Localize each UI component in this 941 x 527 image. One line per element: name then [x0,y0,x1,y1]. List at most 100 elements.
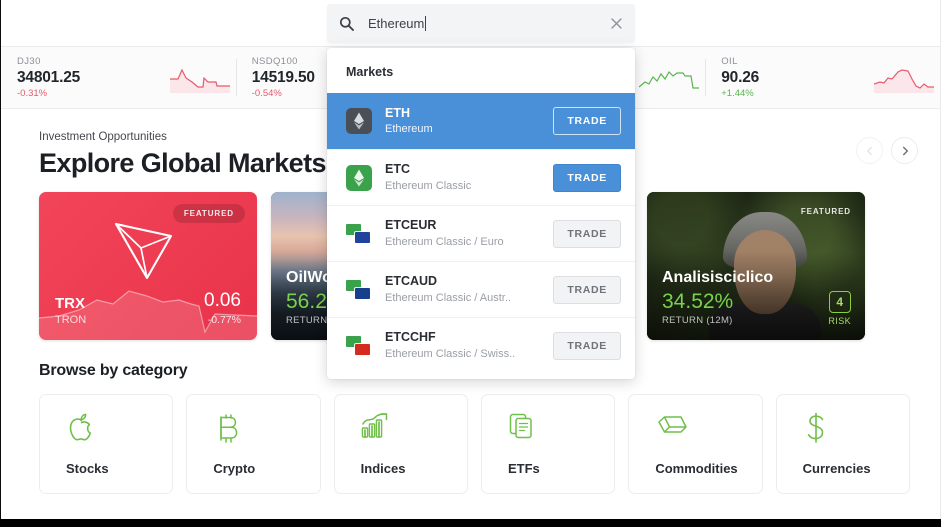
flag-pair-icon [346,277,372,303]
flag-pair [346,221,372,247]
result-name: Ethereum Classic / Austr.. [385,291,511,304]
ticker-price: 90.26 [721,68,760,86]
category-card-stocks[interactable]: Stocks [39,394,174,494]
sparkline-chart [169,68,230,93]
category-label: ETFs [507,461,540,476]
card-quote: 0.06 -0.77% [204,290,241,326]
icon-slot [213,411,319,451]
flag-pair-icon [346,221,372,247]
search-result-row-etcaud[interactable]: ETCAUD Ethereum Classic / Austr.. TRADE [327,261,635,317]
category-label: Indices [360,461,406,476]
search-input[interactable]: Ethereum [368,15,605,31]
featured-card-trx[interactable]: FEATURED TRX TRON 0.06 -0.77% [39,192,257,340]
clear-search-button[interactable] [605,12,627,34]
category-card-currencies[interactable]: Currencies [775,394,910,494]
featured-card-analisisciclico[interactable]: FEATURED Analisisciclico 34.52% RETURN (… [647,192,865,340]
category-label: Stocks [66,461,109,476]
window-bottom-bar [0,519,941,527]
bitcoin-icon [220,414,238,443]
category-grid: Stocks Crypto Indices ETFs Commodities C… [1,380,940,494]
dollar-sign-icon [807,412,823,443]
result-text: ETCCHF Ethereum Classic / Swiss.. [385,330,553,361]
sparkline-chart [639,70,700,89]
risk-label: RISK [828,316,851,326]
ticker-info: OIL 90.26 +1.44% [721,56,759,100]
search-input-value: Ethereum [368,15,425,31]
search-result-row-eth[interactable]: ETH Ethereum TRADE [327,93,635,149]
ticker-change: -0.31% [17,88,48,100]
ticker-info: DJ30 34801.25 -0.31% [17,56,80,100]
chevron-right-icon [902,146,908,155]
card-symbol: TRX [55,294,85,312]
icon-slot [508,411,614,451]
trade-button[interactable]: TRADE [553,163,621,192]
card-identity: TRX TRON [55,295,86,326]
ethereum-icon [346,108,372,134]
trade-button[interactable]: TRADE [553,107,621,135]
ticker-item-dj30[interactable]: DJ30 34801.25 -0.31% [1,47,236,108]
result-name: Ethereum Classic / Swiss.. [385,347,516,360]
icon-slot [803,411,909,451]
category-card-etfs[interactable]: ETFs [480,394,616,494]
ethereum-classic-icon [346,164,372,191]
ticker-price: 14519.50 [251,68,315,86]
risk-value: 4 [828,291,851,313]
carousel-next-button[interactable] [891,137,918,164]
icon-slot [655,411,761,451]
chevron-left-icon [866,146,872,155]
result-text: ETH Ethereum [385,106,553,137]
apple-icon [69,413,92,441]
card-footer: TRX TRON 0.06 -0.77% [39,290,257,340]
ticker-symbol: NSDQ100 [251,55,298,67]
documents-icon [509,413,532,439]
flag-pair-icon [346,333,372,359]
carousel-prev-button[interactable] [856,137,883,164]
flag-quote [355,287,370,299]
ticker-change: +1.44% [721,88,754,100]
flag-quote [355,231,370,243]
search-bar[interactable]: Ethereum [327,4,635,42]
result-symbol: ETH [385,105,410,120]
result-name: Ethereum Classic / Euro [385,235,504,248]
result-text: ETC Ethereum Classic [385,162,553,193]
result-symbol: ETCEUR [385,218,437,233]
window-left-edge [0,0,1,527]
flag-pair [346,277,372,303]
ticker-symbol: DJ30 [17,55,41,67]
category-card-commodities[interactable]: Commodities [628,394,763,494]
portfolio-return-label: RETURN (12M) [662,315,733,326]
flag-quote [355,343,370,355]
featured-badge: FEATURED [800,207,851,216]
ticker-info: NSDQ100 14519.50 -0.54% [252,56,315,100]
category-card-crypto[interactable]: Crypto [186,394,321,494]
category-label: Commodities [655,461,738,476]
ticker-symbol: OIL [721,55,738,67]
trade-button[interactable]: TRADE [553,275,621,304]
ticker-price: 34801.25 [17,68,81,86]
category-card-indices[interactable]: Indices [333,394,468,494]
portfolio-name: Analisisciclico [662,268,774,286]
risk-indicator: 4 RISK [828,291,851,326]
search-result-row-etc[interactable]: ETC Ethereum Classic TRADE [327,149,635,205]
result-text: ETCEUR Ethereum Classic / Euro [385,218,553,249]
text-caret [425,15,427,31]
trade-button[interactable]: TRADE [553,331,621,360]
search-result-row-etceur[interactable]: ETCEUR Ethereum Classic / Euro TRADE [327,205,635,261]
flag-pair [346,333,372,359]
result-symbol: ETCCHF [385,330,436,345]
app-window: DJ30 34801.25 -0.31% NSDQ100 14519.50 -0… [0,0,941,527]
card-name: TRON [55,314,87,326]
card-price: 0.06 [204,290,241,312]
result-text: ETCAUD Ethereum Classic / Austr.. [385,274,553,305]
search-result-row-etcchf[interactable]: ETCCHF Ethereum Classic / Swiss.. TRADE [327,317,635,373]
category-label: Crypto [213,461,256,476]
sparkline-chart [874,68,934,93]
portfolio-return: 34.52% [662,289,734,313]
ticker-item-oil[interactable]: OIL 90.26 +1.44% [705,47,940,108]
category-label: Currencies [802,461,871,476]
result-name: Ethereum Classic [385,179,472,192]
featured-badge: FEATURED [172,204,245,223]
trade-button[interactable]: TRADE [553,219,621,248]
result-name: Ethereum [385,123,433,136]
search-overlay: Ethereum Markets ETH Ethereum TRADE ETC … [327,4,635,379]
